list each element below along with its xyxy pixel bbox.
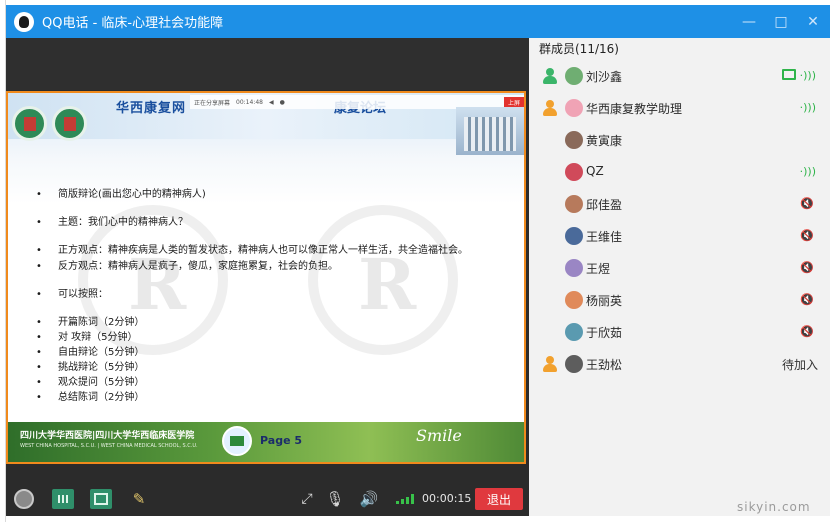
member-count-title: 群成员(11/16) <box>539 42 619 56</box>
window-controls: — □ ✕ <box>742 5 820 38</box>
shared-slide: 华西康复网 康复论坛 正在分享屏幕 00:14:48 ◀ ● 上屏 •简版辩论(… <box>6 91 526 464</box>
bullet-item: • 观众提问（5分钟） <box>36 377 145 388</box>
fullscreen-icon[interactable]: ⤢ <box>296 489 318 509</box>
exit-call-button[interactable]: 退出 <box>475 488 523 510</box>
avatar <box>565 323 583 341</box>
bullet-item: • 自由辩论（5分钟） <box>36 347 145 358</box>
owner-icon <box>542 100 558 116</box>
share-screen-icon[interactable] <box>90 489 112 509</box>
title-bar[interactable]: QQ电话 - 临床-心理社会功能障 — □ ✕ <box>6 5 830 38</box>
slide-page-number: Page 5 <box>260 434 303 447</box>
member-name: 王劲松 <box>586 358 623 372</box>
member-name: QZ <box>586 164 604 178</box>
avatar <box>565 67 583 85</box>
footer-emblem-icon <box>222 426 252 456</box>
member-panel: 群成员(11/16) 刘沙鑫 ·))) 华西康复教学助理 ·))) 黄寅康 QZ… <box>529 38 830 516</box>
hospital-building-image <box>456 107 524 155</box>
bullet-item: • 可以按照： <box>36 289 108 300</box>
avatar <box>565 131 583 149</box>
pending-status: 待加入 <box>781 358 818 372</box>
mic-icon[interactable]: ● <box>280 99 285 106</box>
member-name: 黄寅康 <box>586 134 623 148</box>
video-top-strip <box>6 38 529 90</box>
signal-strength-icon <box>396 494 416 504</box>
stop-share-button[interactable]: 上屏 <box>503 96 524 108</box>
qq-logo-icon <box>14 11 34 32</box>
member-name: 邱佳盈 <box>586 198 623 212</box>
member-name: 王维佳 <box>586 230 623 244</box>
footer-logo-cn: 四川大学华西医院|四川大学华西临床医学院 <box>20 431 195 441</box>
member-name: 华西康复教学助理 <box>586 102 683 116</box>
member-row[interactable]: 王维佳 🔇 <box>529 220 830 252</box>
self-avatar[interactable] <box>14 489 34 509</box>
speaking-icon: ·))) <box>799 69 816 82</box>
footer-logo-en: WEST CHINA HOSPITAL, S.C.U. | WEST CHINA… <box>20 443 198 449</box>
slide-footer: 四川大学华西医院|四川大学华西临床医学院 WEST CHINA HOSPITAL… <box>8 422 524 462</box>
member-name: 杨丽英 <box>586 294 623 308</box>
window-title: QQ电话 - 临床-心理社会功能障 <box>42 16 224 31</box>
maximize-icon[interactable]: □ <box>774 15 788 29</box>
muted-icon: 🔇 <box>800 325 814 338</box>
member-row[interactable]: 王劲松 待加入 <box>529 348 830 380</box>
speaker-icon[interactable]: ◀ <box>269 99 274 106</box>
member-name: 于欣茹 <box>586 326 623 340</box>
member-row[interactable]: 刘沙鑫 ·))) <box>529 60 830 92</box>
muted-icon: 🔇 <box>800 197 814 210</box>
member-row[interactable]: 王煜 🔇 <box>529 252 830 284</box>
bullet-item: • 主题：我们心中的精神病人？ <box>36 217 188 228</box>
screen-share-status-icon <box>782 69 796 80</box>
close-icon[interactable]: ✕ <box>806 15 820 29</box>
member-row[interactable]: QZ ·))) <box>529 156 830 188</box>
bullet-item: • 反方观点：精神病人是疯子，傻瓜，家庭拖累复，社会的负担。 <box>36 261 338 272</box>
watermark-seal-right <box>308 205 458 355</box>
muted-icon: 🔇 <box>800 229 814 242</box>
member-row[interactable]: 华西康复教学助理 ·))) <box>529 92 830 124</box>
call-timer: 00:00:15 <box>422 492 472 505</box>
avatar <box>565 163 583 181</box>
avatar <box>565 195 583 213</box>
site-watermark: sikyin.com <box>737 500 811 514</box>
pending-user-icon <box>542 356 558 372</box>
bullet-item: • 挑战辩论（5分钟） <box>36 362 145 373</box>
member-row[interactable]: 于欣茹 🔇 <box>529 316 830 348</box>
member-name: 王煜 <box>586 262 611 276</box>
hospital-seal-icon <box>12 106 47 141</box>
annotate-pen-icon[interactable]: ✎ <box>128 489 150 509</box>
speaker-volume-icon[interactable]: 🔊 <box>358 489 380 509</box>
avatar <box>565 227 583 245</box>
member-row[interactable]: 邱佳盈 🔇 <box>529 188 830 220</box>
member-row[interactable]: 黄寅康 <box>529 124 830 156</box>
call-toolbar: ✎ ⤢ 🎙 🔊 00:00:15 退出 <box>6 482 529 516</box>
share-bar-time: 00:14:48 <box>236 98 263 106</box>
bullet-item: • 对 攻辩（5分钟） <box>36 332 138 343</box>
share-bar-label: 正在分享屏幕 <box>194 99 231 107</box>
member-row[interactable]: 杨丽英 🔇 <box>529 284 830 316</box>
minimize-icon[interactable]: — <box>742 15 756 29</box>
avatar <box>565 99 583 117</box>
school-seal-icon <box>52 106 87 141</box>
avatar <box>565 259 583 277</box>
avatar <box>565 291 583 309</box>
qq-call-window: QQ电话 - 临床-心理社会功能障 — □ ✕ 华西康复网 康复论坛 正在分享屏… <box>0 0 834 522</box>
member-name: 刘沙鑫 <box>586 70 623 84</box>
microphone-icon[interactable]: 🎙 <box>324 489 346 509</box>
bullet-item: • 简版辩论(画出您心中的精神病人) <box>36 189 206 200</box>
muted-icon: 🔇 <box>800 261 814 274</box>
admin-icon <box>542 68 558 84</box>
bullet-item: • 开篇陈词（2分钟） <box>36 317 145 328</box>
speaking-icon: ·))) <box>799 101 816 114</box>
bullet-item: • 正方观点：精神疾病是人类的暂发状态，精神病人也可以像正常人一样生活，共全造福社… <box>36 245 468 256</box>
signature: Smile <box>416 426 462 445</box>
slide-brand-left: 华西康复网 <box>116 101 187 116</box>
bullet-item: • 总结陈词（2分钟） <box>36 392 145 403</box>
slide-header: 华西康复网 康复论坛 正在分享屏幕 00:14:48 ◀ ● 上屏 <box>8 93 524 141</box>
muted-icon: 🔇 <box>800 293 814 306</box>
avatar <box>565 355 583 373</box>
speaking-icon: ·))) <box>799 165 816 178</box>
whiteboard-icon[interactable] <box>52 489 74 509</box>
